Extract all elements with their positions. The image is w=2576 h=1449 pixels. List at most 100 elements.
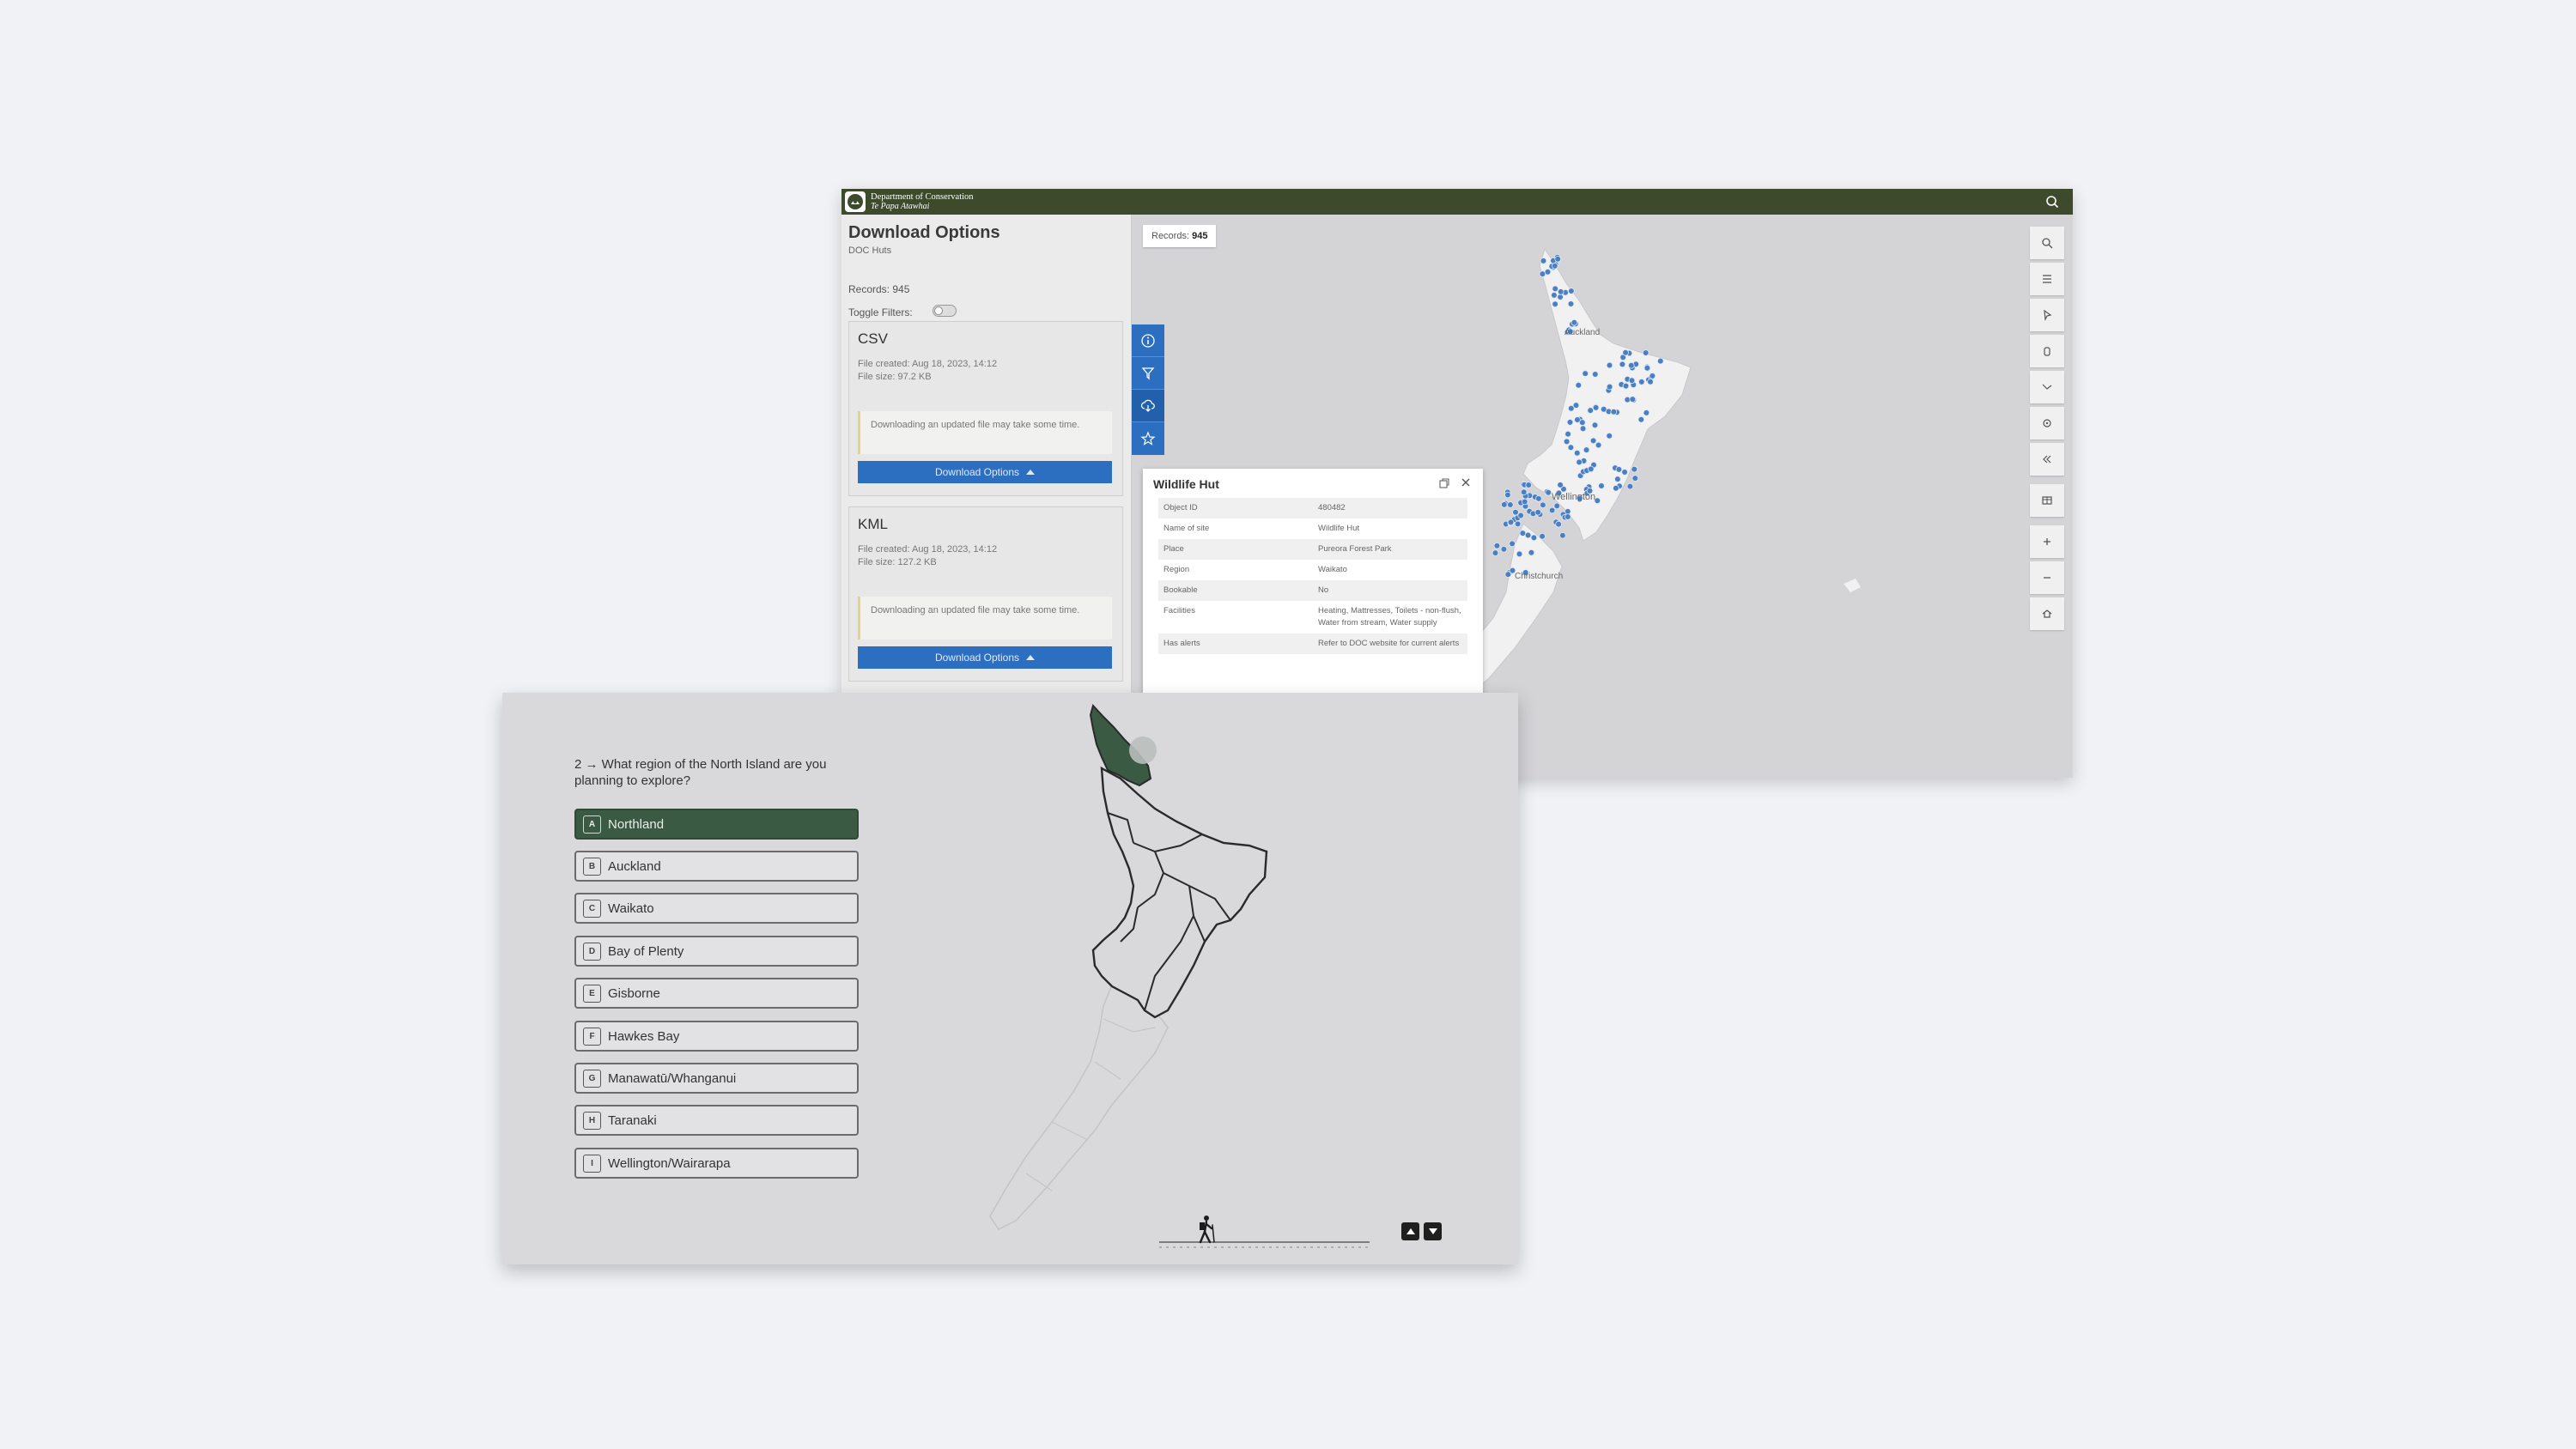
hut-marker[interactable] (1621, 469, 1628, 476)
option-waikato[interactable]: C Waikato (574, 893, 859, 924)
option-hawkes-bay[interactable]: F Hawkes Bay (574, 1021, 859, 1052)
table-button[interactable] (2030, 484, 2064, 517)
hut-marker[interactable] (1631, 475, 1639, 482)
hut-marker[interactable] (1492, 549, 1499, 556)
hut-marker[interactable] (1539, 532, 1546, 540)
hut-marker[interactable] (1568, 288, 1575, 294)
hut-marker[interactable] (1544, 269, 1552, 276)
hut-marker[interactable] (1563, 438, 1571, 446)
doc-logo[interactable] (845, 191, 866, 212)
hut-marker[interactable] (1591, 371, 1599, 378)
measure-button[interactable] (2030, 371, 2064, 403)
option-gisborne[interactable]: E Gisborne (574, 978, 859, 1009)
option-manawatu-whanganui[interactable]: G Manawatū/Whanganui (574, 1063, 859, 1094)
option-auckland[interactable]: B Auckland (574, 851, 859, 882)
home-button[interactable] (2030, 597, 2064, 630)
hut-marker[interactable] (1514, 520, 1522, 528)
hut-marker[interactable] (1587, 465, 1595, 473)
hut-marker[interactable] (1567, 405, 1575, 412)
hut-marker[interactable] (1643, 365, 1651, 372)
next-question-button[interactable] (1424, 1222, 1442, 1240)
hut-marker[interactable] (1528, 549, 1535, 556)
hut-marker[interactable] (1557, 288, 1564, 295)
collapse-button[interactable] (2030, 443, 2064, 476)
hut-marker[interactable] (1637, 379, 1645, 385)
hut-marker[interactable] (1574, 416, 1581, 423)
hut-marker[interactable] (1530, 534, 1538, 542)
download-button[interactable] (1132, 390, 1164, 422)
hut-marker[interactable] (1598, 482, 1605, 489)
hut-marker[interactable] (1521, 498, 1528, 506)
hut-marker[interactable] (1557, 482, 1564, 488)
hut-marker[interactable] (1573, 449, 1581, 457)
hut-marker[interactable] (1627, 361, 1635, 369)
hut-marker[interactable] (1555, 520, 1562, 528)
favourites-button[interactable] (1132, 422, 1164, 455)
hut-marker[interactable] (1610, 408, 1618, 415)
hut-marker[interactable] (1619, 361, 1626, 368)
option-bay-of-plenty[interactable]: D Bay of Plenty (574, 936, 859, 967)
hut-marker[interactable] (1552, 285, 1559, 293)
hut-marker[interactable] (1622, 382, 1630, 390)
hut-marker[interactable] (1656, 357, 1664, 365)
hut-marker[interactable] (1606, 432, 1613, 440)
info-button[interactable] (1132, 324, 1164, 357)
hut-marker[interactable] (1551, 292, 1558, 299)
hut-marker[interactable] (1622, 349, 1629, 356)
hut-marker[interactable] (1631, 465, 1638, 473)
hut-marker[interactable] (1582, 370, 1589, 377)
hut-marker[interactable] (1592, 404, 1600, 411)
hut-marker[interactable] (1551, 262, 1558, 270)
hut-marker[interactable] (1525, 482, 1533, 488)
hut-marker[interactable] (1519, 530, 1527, 537)
option-northland[interactable]: A Northland (574, 809, 859, 840)
hut-marker[interactable] (1517, 512, 1524, 519)
layer-list-button[interactable] (2030, 263, 2064, 295)
hut-marker[interactable] (1509, 540, 1516, 548)
hut-marker[interactable] (1524, 531, 1532, 539)
hut-marker[interactable] (1583, 446, 1590, 453)
hut-marker[interactable] (1628, 377, 1636, 385)
hut-marker[interactable] (1606, 383, 1613, 391)
hut-marker[interactable] (1540, 258, 1547, 264)
hut-marker[interactable] (1643, 409, 1650, 416)
hut-marker[interactable] (1647, 379, 1654, 385)
hut-marker[interactable] (1567, 300, 1575, 307)
search-icon[interactable] (2045, 195, 2059, 209)
hut-marker[interactable] (1613, 484, 1619, 492)
hut-marker[interactable] (1649, 373, 1656, 379)
hut-marker[interactable] (1507, 501, 1514, 508)
hut-marker[interactable] (1589, 437, 1597, 445)
previous-question-button[interactable] (1401, 1222, 1419, 1240)
hut-marker[interactable] (1554, 255, 1562, 263)
hut-marker[interactable] (1615, 466, 1623, 473)
hut-marker[interactable] (1504, 571, 1512, 578)
hut-marker[interactable] (1540, 501, 1546, 509)
hut-marker[interactable] (1520, 488, 1528, 496)
hut-marker[interactable] (1614, 476, 1621, 482)
hut-marker[interactable] (1564, 513, 1571, 520)
hut-marker[interactable] (1567, 444, 1575, 452)
select-button[interactable] (2030, 299, 2064, 331)
hut-marker[interactable] (1579, 425, 1587, 433)
zoom-out-button[interactable] (2030, 561, 2064, 594)
hut-marker[interactable] (1575, 381, 1583, 389)
locate-button[interactable] (2030, 407, 2064, 440)
map-search-button[interactable] (2030, 227, 2064, 259)
hut-marker[interactable] (1548, 506, 1556, 514)
close-icon[interactable] (1459, 476, 1473, 489)
hut-marker[interactable] (1559, 531, 1566, 539)
hut-marker[interactable] (1571, 319, 1578, 326)
filter-button[interactable] (1132, 357, 1164, 390)
hut-marker[interactable] (1606, 361, 1613, 369)
hut-marker[interactable] (1535, 495, 1542, 502)
hut-marker[interactable] (1626, 482, 1634, 490)
hut-marker[interactable] (1576, 458, 1583, 466)
hut-marker[interactable] (1600, 406, 1607, 413)
hut-marker[interactable] (1566, 419, 1574, 426)
option-taranaki[interactable]: H Taranaki (574, 1105, 859, 1136)
toggle-filters-switch[interactable] (933, 305, 957, 317)
hut-marker[interactable] (1493, 542, 1501, 549)
hut-marker[interactable] (1507, 518, 1515, 526)
hut-marker[interactable] (1504, 491, 1511, 499)
